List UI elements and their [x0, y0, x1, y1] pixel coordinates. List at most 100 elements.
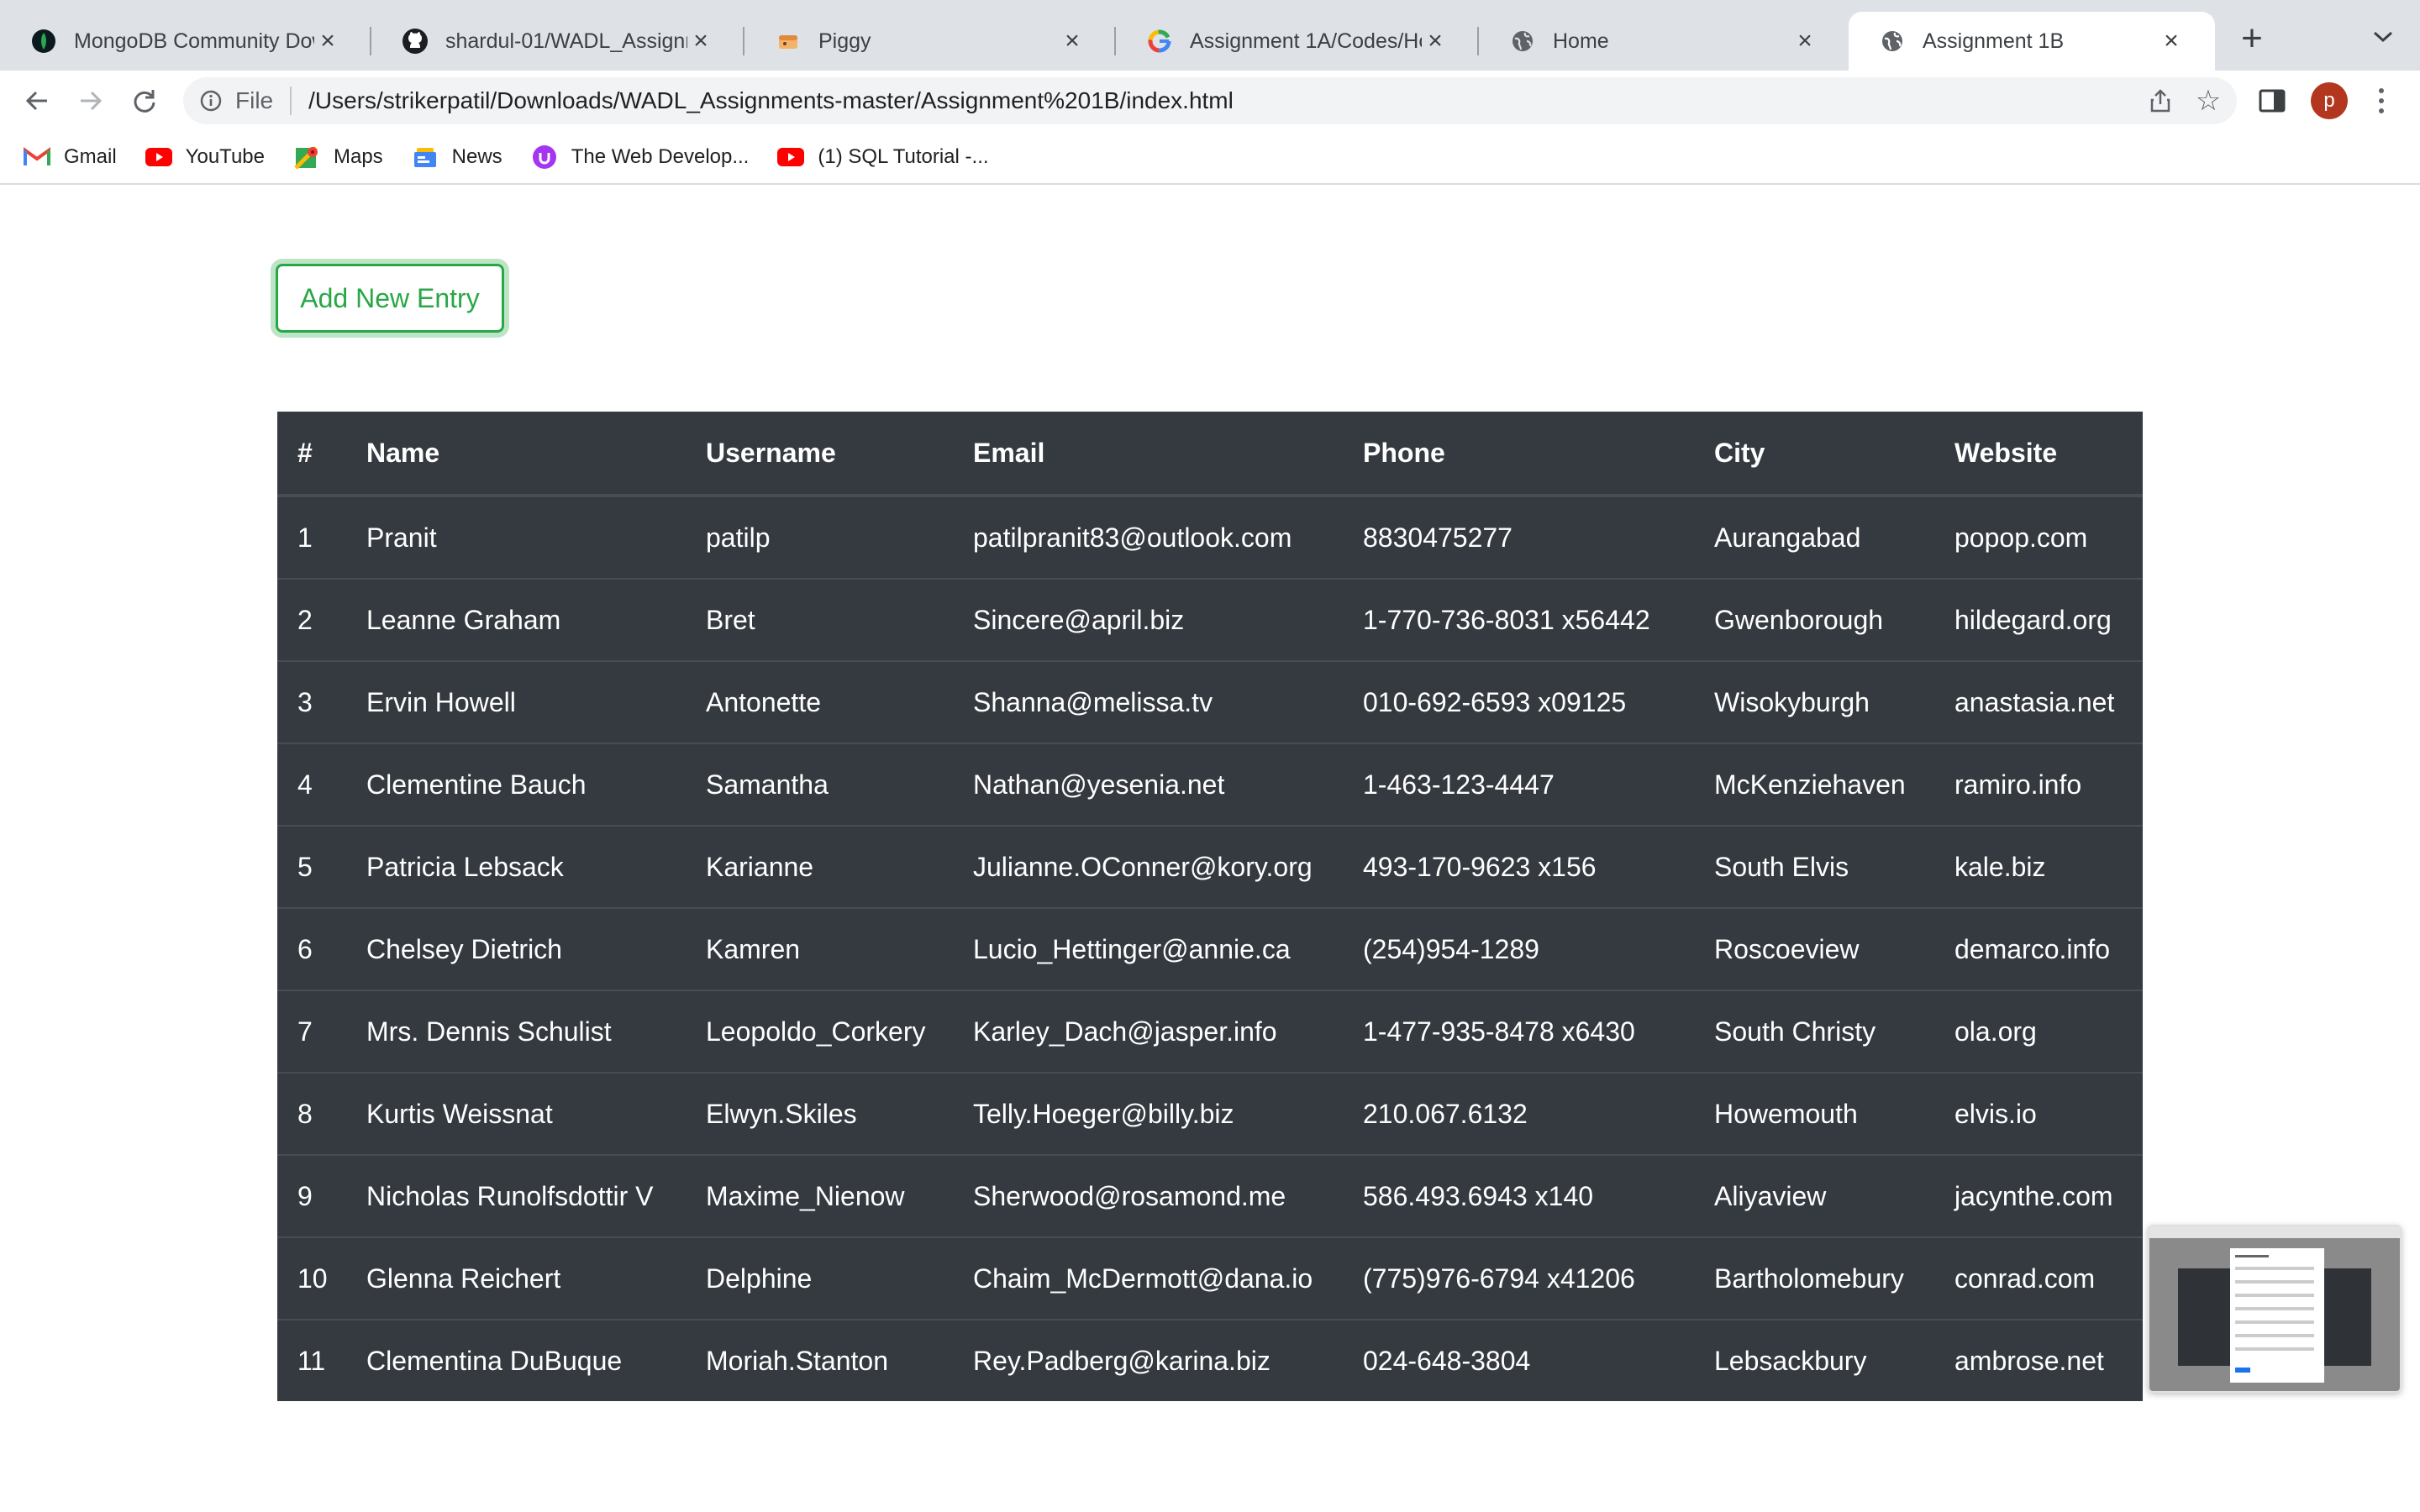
menu-icon[interactable] — [2368, 82, 2395, 119]
cell-index: 7 — [277, 990, 366, 1073]
bookmark-label: Maps — [333, 145, 383, 168]
close-icon[interactable]: × — [2158, 27, 2185, 55]
cell-city: South Elvis — [1714, 825, 1954, 908]
cell-username: Elwyn.Skiles — [706, 1072, 973, 1155]
header-username: Username — [706, 412, 973, 497]
cell-city: Aliyaview — [1714, 1154, 1954, 1237]
cell-index: 3 — [277, 660, 366, 743]
table-row: 2 Leanne Graham Bret Sincere@april.biz 1-770… — [277, 578, 2143, 661]
new-tab-button[interactable]: + — [2232, 18, 2272, 59]
bookmark-web-developer[interactable]: The Web Develop... — [531, 144, 749, 171]
youtube-icon — [777, 144, 805, 171]
side-panel-icon[interactable] — [2257, 86, 2287, 116]
back-button[interactable] — [17, 81, 57, 121]
table-row: 7 Mrs. Dennis Schulist Leopoldo_Corkery Kar… — [277, 990, 2143, 1073]
piggy-icon — [775, 28, 802, 55]
news-icon — [412, 144, 439, 171]
cell-email: patilpranit83@outlook.com — [973, 495, 1363, 579]
github-icon — [402, 28, 429, 55]
close-icon[interactable]: × — [1059, 27, 1086, 55]
header-index: # — [277, 412, 366, 497]
header-website: Website — [1954, 412, 2143, 497]
close-icon[interactable]: × — [1791, 27, 1818, 55]
tab-title: Assignment 1A/Codes/Hom — [1190, 29, 1422, 53]
table-row: 6 Chelsey Dietrich Kamren Lucio_Hettinger@a… — [277, 907, 2143, 990]
bookmark-label: News — [451, 145, 502, 168]
cell-email: Karley_Dach@jasper.info — [973, 990, 1363, 1073]
window-preview-thumbnail[interactable] — [2148, 1225, 2402, 1393]
cell-email: Nathan@yesenia.net — [973, 743, 1363, 826]
tab-github[interactable]: shardul-01/WADL_Assignm × — [371, 12, 744, 71]
address-bar[interactable]: File /Users/strikerpatil/Downloads/WADL_… — [183, 77, 2237, 124]
cell-name: Clementine Bauch — [366, 743, 706, 826]
cell-phone: 1-477-935-8478 x6430 — [1363, 990, 1714, 1073]
bookmark-label: (1) SQL Tutorial -... — [818, 145, 989, 168]
cell-index: 6 — [277, 907, 366, 990]
cell-index: 2 — [277, 578, 366, 661]
cell-phone: 210.067.6132 — [1363, 1072, 1714, 1155]
cell-index: 5 — [277, 825, 366, 908]
cell-phone: (775)976-6794 x41206 — [1363, 1236, 1714, 1320]
cell-index: 9 — [277, 1154, 366, 1237]
add-new-entry-button[interactable]: Add New Entry — [276, 264, 504, 333]
table-row: 9 Nicholas Runolfsdottir V Maxime_Nienow Sh… — [277, 1154, 2143, 1237]
youtube-icon — [145, 144, 172, 171]
tab-search-button[interactable] — [2366, 20, 2400, 54]
gmail-icon — [24, 144, 50, 171]
bookmark-maps[interactable]: Maps — [293, 144, 383, 171]
bookmarks-bar: Gmail YouTube Maps News The Web Develop.… — [0, 131, 2420, 185]
cell-email: Sherwood@rosamond.me — [973, 1154, 1363, 1237]
close-icon[interactable]: × — [314, 27, 341, 55]
cell-email: Julianne.OConner@kory.org — [973, 825, 1363, 908]
reload-button[interactable] — [124, 81, 165, 121]
cell-city: Aurangabad — [1714, 495, 1954, 579]
tab-mongodb[interactable]: MongoDB Community Downl × — [0, 12, 371, 71]
udemy-icon — [531, 144, 558, 171]
header-phone: Phone — [1363, 412, 1714, 497]
cell-website: jacynthe.com — [1954, 1154, 2143, 1237]
cell-name: Glenna Reichert — [366, 1236, 706, 1320]
profile-avatar[interactable]: p — [2311, 82, 2348, 119]
mongodb-leaf-icon — [30, 28, 57, 55]
bookmark-label: YouTube — [185, 145, 265, 168]
cell-name: Chelsey Dietrich — [366, 907, 706, 990]
chevron-down-icon — [2373, 31, 2393, 43]
back-arrow-icon — [25, 91, 47, 111]
cell-phone: 024-648-3804 — [1363, 1319, 1714, 1401]
cell-email: Chaim_McDermott@dana.io — [973, 1236, 1363, 1320]
bookmark-sql-tutorial[interactable]: (1) SQL Tutorial -... — [777, 144, 989, 171]
tab-title: Piggy — [818, 29, 871, 53]
cell-website: hildegard.org — [1954, 578, 2143, 661]
cell-name: Clementina DuBuque — [366, 1319, 706, 1401]
bookmark-youtube[interactable]: YouTube — [145, 144, 265, 171]
cell-website: ambrose.net — [1954, 1319, 2143, 1401]
tab-assignment-1b[interactable]: Assignment 1B × — [1849, 12, 2215, 71]
tab-assignment-1a[interactable]: Assignment 1A/Codes/Hom × — [1116, 12, 1479, 71]
url-text[interactable]: /Users/strikerpatil/Downloads/WADL_Assig… — [308, 87, 1234, 114]
cell-website: ola.org — [1954, 990, 2143, 1073]
globe-icon — [1879, 28, 1906, 55]
cell-email: Lucio_Hettinger@annie.ca — [973, 907, 1363, 990]
cell-email: Shanna@melissa.tv — [973, 660, 1363, 743]
cell-website: elvis.io — [1954, 1072, 2143, 1155]
maps-icon — [293, 144, 320, 171]
bookmark-star-icon[interactable]: ☆ — [2193, 85, 2223, 117]
cell-phone: (254)954-1289 — [1363, 907, 1714, 990]
cell-name: Patricia Lebsack — [366, 825, 706, 908]
bookmark-gmail[interactable]: Gmail — [24, 144, 117, 171]
cell-phone: 493-170-9623 x156 — [1363, 825, 1714, 908]
url-scheme: File — [235, 87, 274, 113]
bookmark-news[interactable]: News — [412, 144, 502, 171]
cell-email: Sincere@april.biz — [973, 578, 1363, 661]
reload-icon — [134, 90, 155, 113]
google-icon — [1146, 28, 1173, 55]
close-icon[interactable]: × — [1422, 27, 1449, 55]
share-icon[interactable] — [2148, 88, 2173, 113]
forward-button[interactable] — [71, 81, 111, 121]
tab-piggy[interactable]: Piggy × — [744, 12, 1116, 71]
tab-home[interactable]: Home × — [1479, 12, 1849, 71]
close-icon[interactable]: × — [687, 27, 714, 55]
info-icon[interactable] — [198, 88, 224, 113]
cell-name: Ervin Howell — [366, 660, 706, 743]
cell-username: Delphine — [706, 1236, 973, 1320]
